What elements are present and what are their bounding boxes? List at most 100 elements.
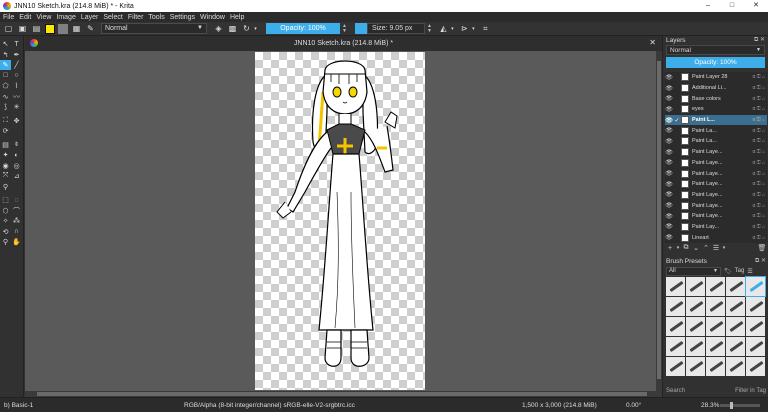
menu-select[interactable]: Select — [103, 14, 122, 21]
enclose-fill-tool-icon[interactable]: ◎ — [11, 161, 22, 171]
polygon-tool-icon[interactable]: ⬠ — [0, 81, 11, 91]
blend-mode-select[interactable]: Normal ▼ — [101, 23, 207, 34]
reload-preset-icon[interactable]: ↻ — [241, 23, 252, 34]
rectangle-tool-icon[interactable]: □ — [0, 71, 11, 81]
line-tool-icon[interactable]: ╱ — [11, 60, 22, 70]
drawing-canvas[interactable] — [255, 52, 425, 390]
background-color-swatch[interactable] — [58, 23, 68, 34]
freehand-brush-tool-icon[interactable]: ✎ — [0, 60, 11, 71]
layer-blend-mode-select[interactable]: Normal ▼ — [666, 45, 765, 55]
close-button[interactable]: ✕ — [744, 0, 768, 12]
brush-preset-tile[interactable] — [666, 297, 685, 316]
visibility-eye-icon[interactable]: 👁 — [665, 106, 673, 113]
visibility-eye-icon[interactable]: 👁 — [665, 159, 673, 166]
similar-select-tool-icon[interactable]: ⁂ — [11, 216, 22, 226]
magnetic-select-tool-icon[interactable]: ∩ — [11, 227, 22, 237]
freehand-select-tool-icon[interactable]: ⌒ — [11, 206, 22, 216]
menu-view[interactable]: View — [36, 14, 51, 21]
preserve-alpha-icon[interactable]: ▩ — [227, 23, 238, 34]
brush-preset-tile[interactable] — [666, 277, 685, 296]
brush-preset-tile[interactable] — [686, 297, 705, 316]
pan-tool-icon[interactable]: ✋ — [11, 237, 22, 247]
brush-preset-tile[interactable] — [746, 297, 765, 316]
brush-preset-tile[interactable] — [686, 337, 705, 356]
layer-properties-icons[interactable]: α ⚿ ⌂ — [745, 203, 767, 209]
brush-preset-tile[interactable] — [706, 297, 725, 316]
layer-properties-icons[interactable]: α ⚿ ⌂ — [745, 117, 767, 123]
text-tool-icon[interactable]: T — [11, 39, 22, 49]
menu-edit[interactable]: Edit — [19, 14, 31, 21]
layer-row[interactable]: 👁 Additional Li... α ⚿ ⌂ — [665, 83, 767, 94]
layer-row[interactable]: 👁 ✓ Paint L... α ⚿ ⌂ — [665, 114, 767, 126]
duplicate-layer-icon[interactable]: ⧉ — [681, 244, 691, 252]
layer-properties-icons[interactable]: α ⚿ ⌂ — [745, 128, 767, 134]
brush-tag-select[interactable]: All ▼ — [666, 266, 721, 276]
layer-row[interactable]: 👁 Paint Layer 28 α ⚿ ⌂ — [665, 72, 767, 83]
layer-properties-icons[interactable]: α ⚿ ⌂ — [745, 74, 767, 80]
size-spin-icon[interactable]: ▲ ▼ — [427, 23, 432, 34]
mirror-v-dropdown-icon[interactable]: ▾ — [471, 23, 476, 34]
document-tab[interactable]: JNN10 Sketch.kra (214.8 MiB) * ✕ — [25, 36, 662, 51]
minimize-button[interactable]: – — [696, 0, 720, 12]
visibility-eye-icon[interactable]: 👁 — [665, 149, 673, 156]
layer-row[interactable]: 👁 Paint Laye... α ⚿ ⌂ — [665, 179, 767, 190]
mirror-h-dropdown-icon[interactable]: ▾ — [450, 23, 455, 34]
visibility-eye-icon[interactable]: 👁 — [665, 223, 673, 230]
bezier-curve-tool-icon[interactable]: ∿ — [0, 92, 11, 102]
visibility-eye-icon[interactable]: 👁 — [665, 117, 673, 124]
visibility-eye-icon[interactable]: 👁 — [665, 85, 673, 92]
layer-row[interactable]: 👁 eyes α ⚿ ⌂ — [665, 104, 767, 115]
brush-preset-tile[interactable] — [746, 317, 765, 336]
layer-row[interactable]: 👁 Base colors α ⚿ ⌂ — [665, 93, 767, 104]
visibility-eye-icon[interactable]: 👁 — [665, 202, 673, 209]
colorize-mask-tool-icon[interactable]: ✦ — [0, 150, 11, 160]
layer-properties-icons[interactable]: α ⚿ ⌂ — [745, 181, 767, 187]
zoom-slider[interactable] — [720, 402, 760, 409]
visibility-eye-icon[interactable]: 👁 — [665, 127, 673, 134]
layer-properties-icons[interactable]: α ⚿ ⌂ — [745, 106, 767, 112]
brush-preset-tile[interactable] — [666, 357, 685, 376]
menu-layer[interactable]: Layer — [81, 14, 99, 21]
docker-float-close-icon-2[interactable]: ⧉ ✕ — [755, 257, 766, 265]
mirror-vertical-icon[interactable]: ⊳ — [459, 23, 470, 34]
brush-preset-tile[interactable] — [726, 277, 745, 296]
maximize-button[interactable]: □ — [720, 0, 744, 12]
visibility-eye-icon[interactable]: 👁 — [665, 74, 673, 81]
crop-tool-icon[interactable]: ⛶ — [0, 116, 11, 126]
brush-preset-tile[interactable] — [706, 357, 725, 376]
menu-tools[interactable]: Tools — [148, 14, 164, 21]
ellipse-select-tool-icon[interactable]: ◌ — [11, 195, 22, 205]
brush-preset-tile[interactable] — [726, 317, 745, 336]
menu-window[interactable]: Window — [200, 14, 225, 21]
layer-row[interactable]: 👁 Paint La... α ⚿ ⌂ — [665, 125, 767, 136]
contiguous-select-tool-icon[interactable]: ✧ — [0, 216, 11, 226]
layer-properties-icons[interactable]: α ⚿ ⌂ — [745, 96, 767, 102]
brush-search-input[interactable]: Search — [666, 388, 685, 397]
brush-preset-tile[interactable] — [745, 276, 766, 297]
rect-select-tool-icon[interactable]: ⬚ — [0, 195, 11, 205]
opacity-slider[interactable]: Opacity: 100% — [266, 23, 340, 34]
layer-properties-icons[interactable]: α ⚿ ⌂ — [745, 192, 767, 198]
vertical-scroll-thumb[interactable] — [657, 61, 661, 379]
visibility-eye-icon[interactable]: 👁 — [665, 213, 673, 220]
tag-label[interactable]: Tag — [735, 268, 745, 274]
horizontal-scroll-thumb[interactable] — [37, 392, 647, 396]
brush-preset-tile[interactable] — [666, 317, 685, 336]
move-layer-down-icon[interactable]: ⌄ — [691, 244, 701, 252]
layer-properties-icons[interactable]: α ⚿ ⌂ — [745, 224, 767, 230]
bezier-select-tool-icon[interactable]: ⟲ — [0, 227, 11, 237]
brush-preset-tile[interactable] — [686, 317, 705, 336]
filter-in-tag-checkbox[interactable]: Filter in Tag — [735, 388, 766, 397]
eraser-mode-icon[interactable]: ◈ — [213, 23, 224, 34]
brush-preset-tile[interactable] — [686, 277, 705, 296]
close-tab-icon[interactable]: ✕ — [649, 38, 656, 47]
save-icon[interactable]: ▤ — [31, 23, 42, 34]
layer-row[interactable]: 👁 Paint Laye... α ⚿ ⌂ — [665, 168, 767, 179]
status-brush-name[interactable]: b) Basic-1 — [4, 402, 33, 409]
multibrush-tool-icon[interactable]: ✳ — [11, 102, 22, 112]
layer-row[interactable]: 👁 Paint La... α ⚿ ⌂ — [665, 136, 767, 147]
edit-shapes-tool-icon[interactable]: ↰ — [0, 50, 11, 60]
brush-preset-tile[interactable] — [706, 337, 725, 356]
assistant-tool-icon[interactable]: ⤧ — [0, 171, 11, 181]
delete-layer-icon[interactable]: 🗑 — [757, 244, 767, 252]
